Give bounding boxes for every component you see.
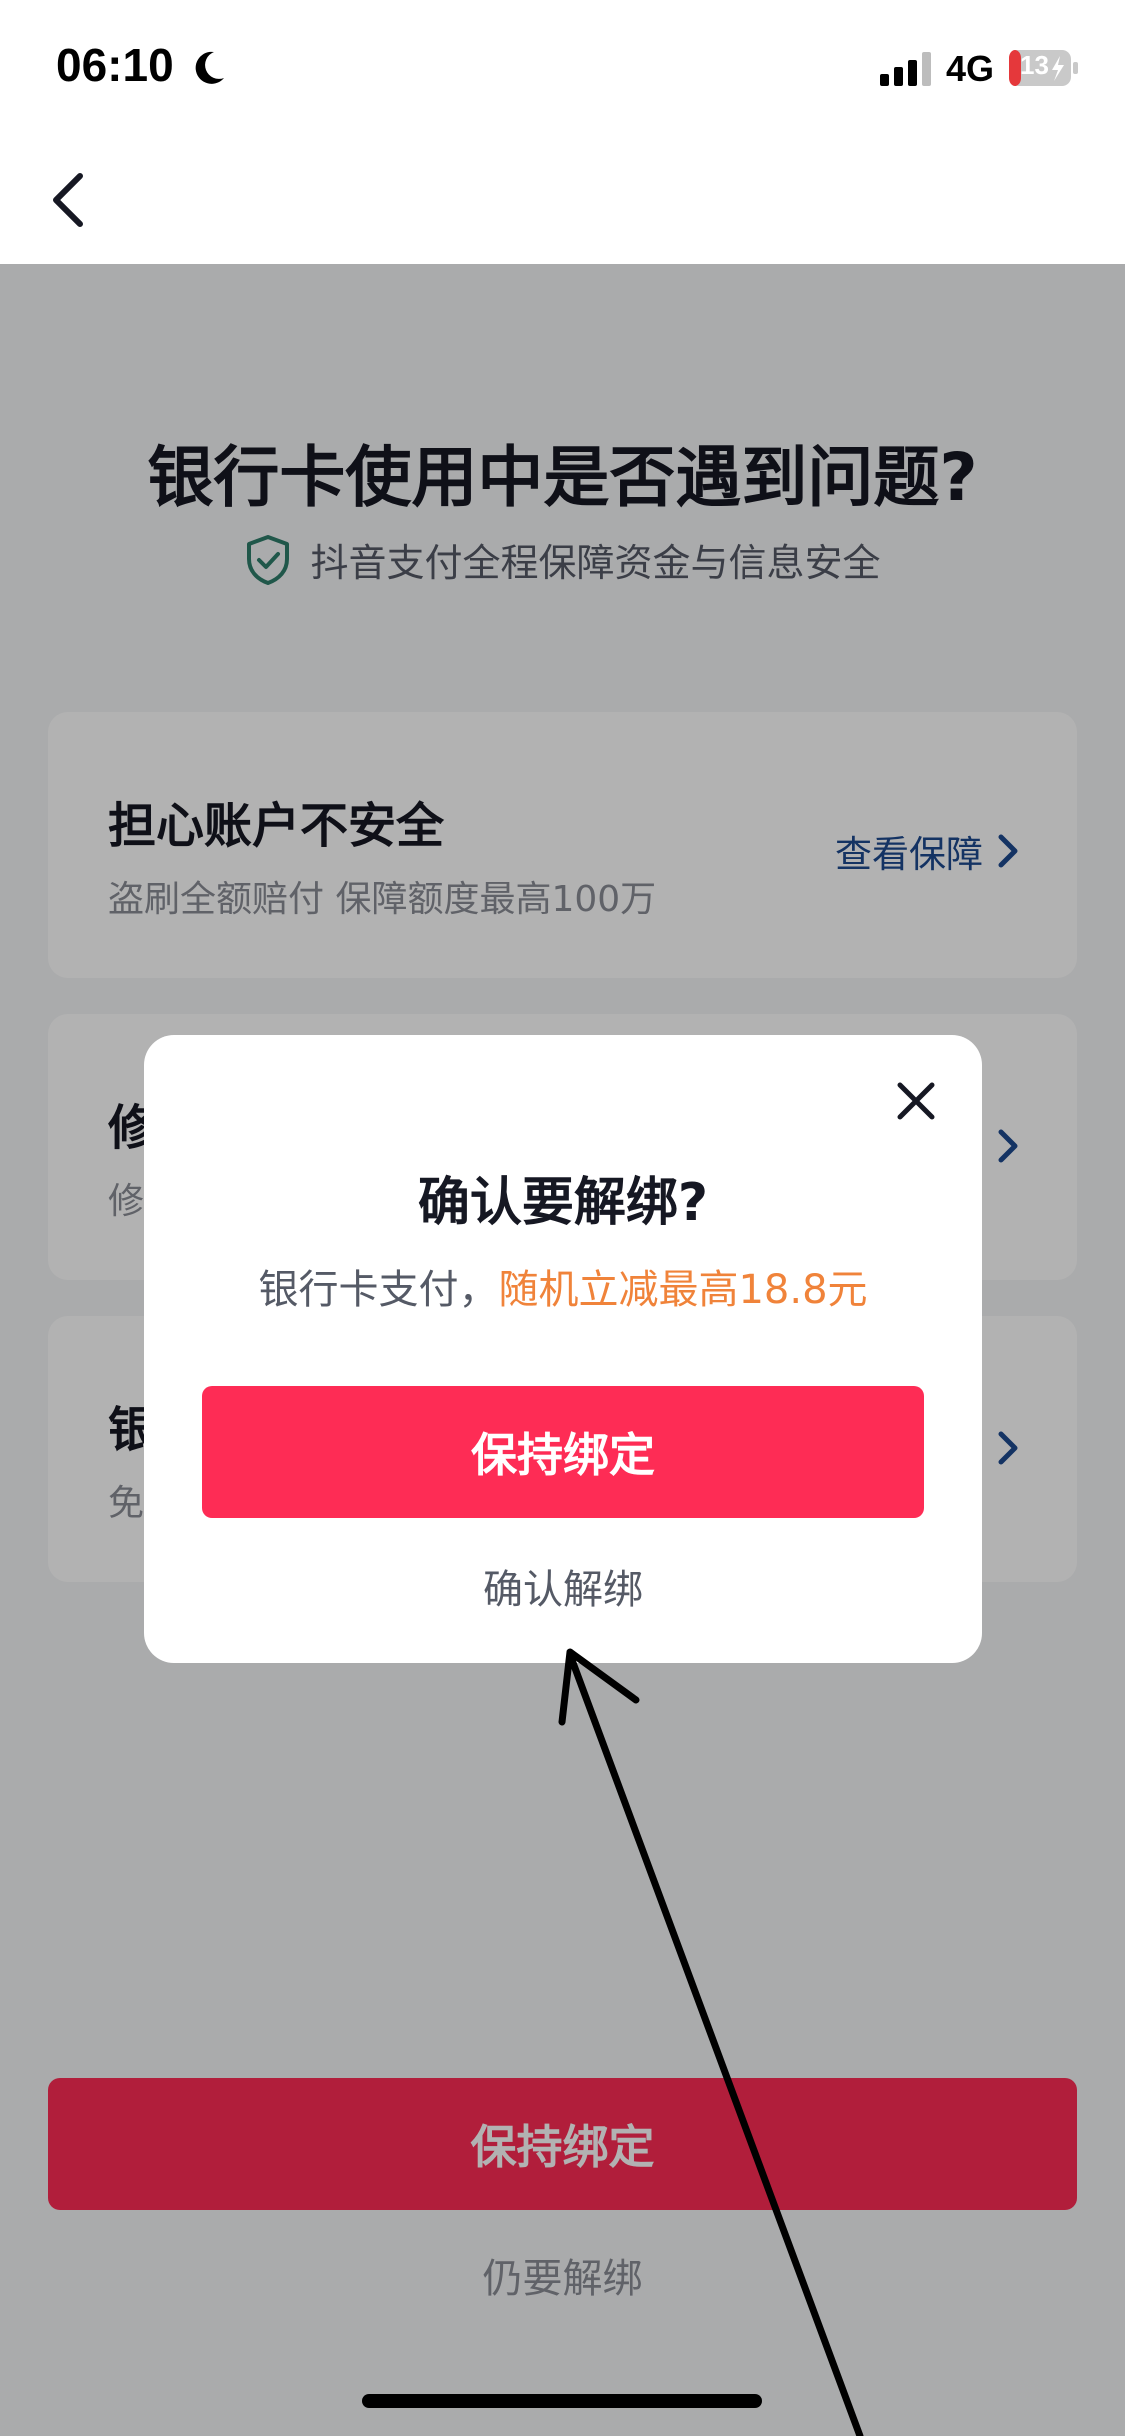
dialog-keep-binding-button[interactable]: 保持绑定	[202, 1386, 924, 1518]
discount-text: 随机立减最高18.8元	[498, 1267, 868, 1313]
close-icon[interactable]	[894, 1079, 938, 1123]
unbind-confirm-dialog: 确认要解绑? 银行卡支付，随机立减最高18.8元 保持绑定 确认解绑	[144, 1035, 982, 1663]
battery-level: 13	[1020, 50, 1049, 80]
dialog-desc-prefix: 银行卡支付，	[258, 1267, 499, 1313]
chevron-left-icon[interactable]	[44, 168, 92, 232]
status-bar: 06:10 4G 13	[0, 0, 1125, 132]
dialog-title: 确认要解绑?	[417, 1173, 709, 1233]
moon-icon	[195, 51, 224, 84]
home-indicator	[362, 2394, 762, 2408]
status-time: 06:10	[56, 39, 174, 91]
dialog-desc: 银行卡支付，随机立减最高18.8元	[144, 1257, 982, 1315]
network-label: 4G	[946, 48, 995, 89]
signal-icon	[880, 52, 931, 86]
nav-bar	[0, 132, 1125, 264]
dialog-confirm-unbind-button[interactable]: 确认解绑	[144, 1557, 982, 1615]
